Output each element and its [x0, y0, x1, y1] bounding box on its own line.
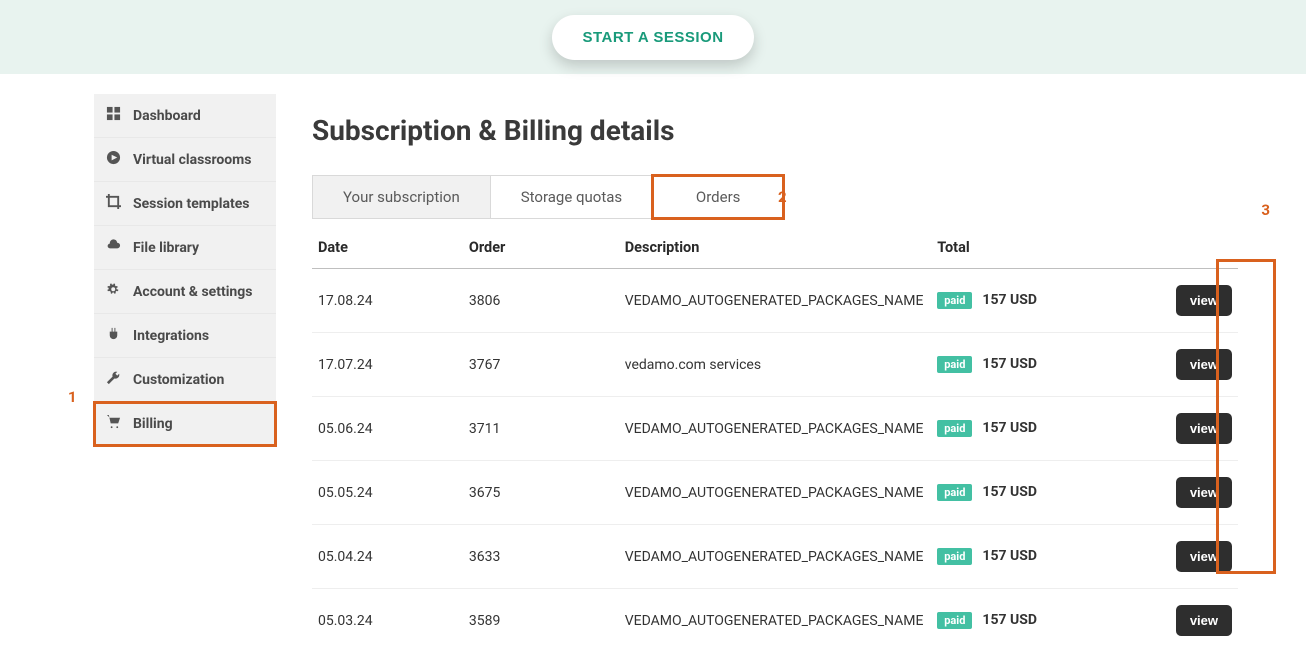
tab-your-subscription[interactable]: Your subscription — [313, 176, 491, 218]
cell-order: 3589 — [463, 589, 619, 652]
cell-date: 17.08.24 — [312, 269, 463, 333]
main-content: Subscription & Billing details Your subs… — [276, 94, 1306, 652]
view-button[interactable]: view — [1176, 413, 1232, 444]
cell-date: 05.04.24 — [312, 525, 463, 589]
cell-action: view — [1163, 333, 1238, 397]
view-button[interactable]: view — [1176, 477, 1232, 508]
sidebar-item-customization[interactable]: Customization — [94, 358, 276, 402]
cell-order: 3633 — [463, 525, 619, 589]
wrench-icon — [106, 370, 121, 389]
cell-description: VEDAMO_AUTOGENERATED_PACKAGES_NAME — [619, 589, 931, 652]
sidebar-item-integrations[interactable]: Integrations — [94, 314, 276, 358]
status-badge: paid — [937, 484, 972, 501]
sidebar: Dashboard Virtual classrooms Session tem… — [94, 94, 276, 652]
sidebar-item-billing[interactable]: Billing — [94, 402, 276, 446]
grid-icon — [106, 106, 121, 125]
cell-description: vedamo.com services — [619, 333, 931, 397]
cell-description: VEDAMO_AUTOGENERATED_PACKAGES_NAME — [619, 525, 931, 589]
play-circle-icon — [106, 150, 121, 169]
th-order: Order — [463, 229, 619, 269]
total-amount: 157 USD — [982, 612, 1037, 628]
sidebar-item-label: Dashboard — [133, 108, 201, 124]
cart-icon — [106, 414, 121, 433]
cell-description: VEDAMO_AUTOGENERATED_PACKAGES_NAME — [619, 397, 931, 461]
table-row: 05.05.243675VEDAMO_AUTOGENERATED_PACKAGE… — [312, 461, 1238, 525]
sidebar-item-virtual-classrooms[interactable]: Virtual classrooms — [94, 138, 276, 182]
sidebar-item-label: Account & settings — [133, 284, 252, 300]
sidebar-item-label: Integrations — [133, 328, 209, 344]
table-header-row: Date Order Description Total — [312, 229, 1238, 269]
plug-icon — [106, 326, 121, 345]
cell-total: paid 157 USD — [931, 589, 1162, 652]
tab-orders[interactable]: Orders — [653, 176, 783, 218]
cell-description: VEDAMO_AUTOGENERATED_PACKAGES_NAME — [619, 461, 931, 525]
cell-total: paid 157 USD — [931, 525, 1162, 589]
sidebar-item-file-library[interactable]: File library — [94, 226, 276, 270]
annotation-1: 1 — [68, 388, 77, 406]
cell-order: 3806 — [463, 269, 619, 333]
th-total: Total — [931, 229, 1162, 269]
th-description: Description — [619, 229, 931, 269]
start-session-button[interactable]: START A SESSION — [552, 15, 753, 60]
cell-date: 05.03.24 — [312, 589, 463, 652]
view-button[interactable]: view — [1176, 349, 1232, 380]
sidebar-item-label: Billing — [133, 416, 173, 432]
cell-date: 05.06.24 — [312, 397, 463, 461]
cell-total: paid 157 USD — [931, 397, 1162, 461]
top-banner: START A SESSION — [0, 0, 1306, 74]
total-amount: 157 USD — [982, 484, 1037, 500]
cell-action: view — [1163, 461, 1238, 525]
view-button[interactable]: view — [1176, 285, 1232, 316]
status-badge: paid — [937, 612, 972, 629]
cloud-icon — [106, 238, 121, 257]
cell-action: view — [1163, 397, 1238, 461]
total-amount: 157 USD — [982, 356, 1037, 372]
cell-date: 17.07.24 — [312, 333, 463, 397]
tab-storage-quotas[interactable]: Storage quotas — [491, 176, 653, 218]
annotation-3: 3 — [1261, 201, 1270, 219]
cell-description: VEDAMO_AUTOGENERATED_PACKAGES_NAME — [619, 269, 931, 333]
status-badge: paid — [937, 292, 972, 309]
annotation-2: 2 — [778, 188, 787, 206]
sidebar-item-label: Virtual classrooms — [133, 152, 252, 168]
sidebar-item-label: Customization — [133, 372, 224, 388]
sidebar-item-label: Session templates — [133, 196, 249, 212]
cell-total: paid 157 USD — [931, 333, 1162, 397]
view-button[interactable]: view — [1176, 541, 1232, 572]
sidebar-item-label: File library — [133, 240, 199, 256]
table-row: 05.03.243589VEDAMO_AUTOGENERATED_PACKAGE… — [312, 589, 1238, 652]
table-row: 05.04.243633VEDAMO_AUTOGENERATED_PACKAGE… — [312, 525, 1238, 589]
cell-action: view — [1163, 525, 1238, 589]
sidebar-item-session-templates[interactable]: Session templates — [94, 182, 276, 226]
cell-order: 3675 — [463, 461, 619, 525]
view-button[interactable]: view — [1176, 605, 1232, 636]
cell-order: 3767 — [463, 333, 619, 397]
tabs: Your subscription Storage quotas Orders — [312, 175, 784, 219]
orders-table: Date Order Description Total 17.08.24380… — [312, 229, 1238, 652]
cell-action: view — [1163, 269, 1238, 333]
th-date: Date — [312, 229, 463, 269]
page-title: Subscription & Billing details — [312, 114, 1270, 147]
total-amount: 157 USD — [982, 548, 1037, 564]
total-amount: 157 USD — [982, 292, 1037, 308]
cell-order: 3711 — [463, 397, 619, 461]
gear-icon — [106, 282, 121, 301]
cell-action: view — [1163, 589, 1238, 652]
total-amount: 157 USD — [982, 420, 1037, 436]
cell-total: paid 157 USD — [931, 461, 1162, 525]
table-row: 17.07.243767vedamo.com services paid 157 U… — [312, 333, 1238, 397]
status-badge: paid — [937, 356, 972, 373]
status-badge: paid — [937, 548, 972, 565]
sidebar-item-dashboard[interactable]: Dashboard — [94, 94, 276, 138]
table-row: 05.06.243711VEDAMO_AUTOGENERATED_PACKAGE… — [312, 397, 1238, 461]
cell-date: 05.05.24 — [312, 461, 463, 525]
crop-icon — [106, 194, 121, 213]
cell-total: paid 157 USD — [931, 269, 1162, 333]
table-row: 17.08.243806VEDAMO_AUTOGENERATED_PACKAGE… — [312, 269, 1238, 333]
sidebar-item-account-settings[interactable]: Account & settings — [94, 270, 276, 314]
status-badge: paid — [937, 420, 972, 437]
